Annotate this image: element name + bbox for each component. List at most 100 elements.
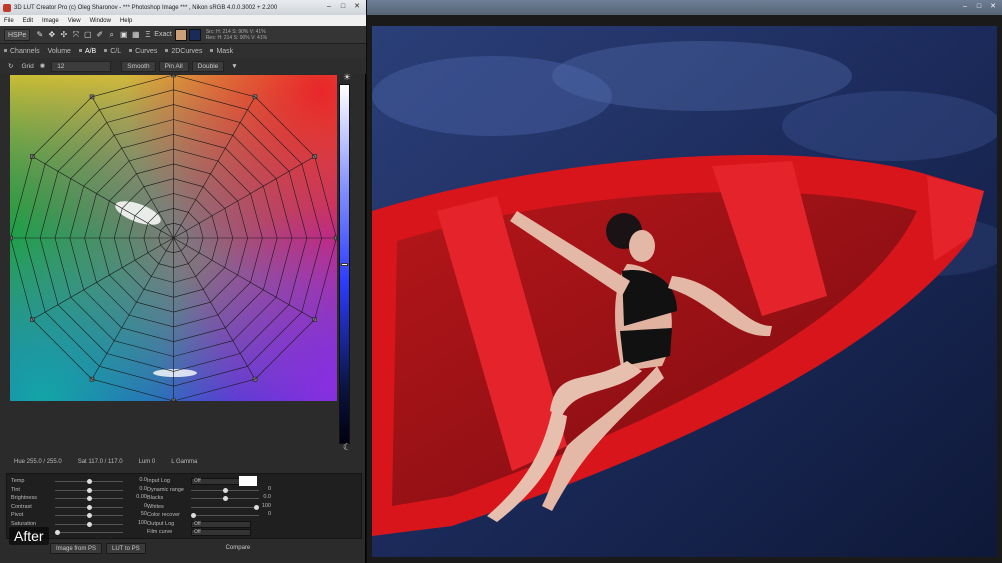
adjust-left-row: Pivot 50 [11,511,147,520]
minimize-icon[interactable]: – [322,2,336,12]
adjust-right-label: Input Log [147,478,170,485]
lut-to-ps-button[interactable]: LUT to PS [106,542,146,554]
compare-button[interactable]: Compare [226,545,251,551]
picker-icon[interactable]: ✐ [94,29,105,40]
viewer-minimize-icon[interactable]: – [958,2,972,12]
exact-label[interactable]: Exact [154,31,172,38]
white-color-swatch[interactable] [239,476,257,486]
adjust-left-value: 0.0 [139,477,147,483]
exact-icon[interactable]: Ξ [142,29,153,40]
adjust-right-row: Output Log Off [147,520,271,529]
adjust-right-slider-thumb[interactable] [223,487,228,493]
menu-image[interactable]: Image [42,18,59,24]
viewer-title-bar[interactable]: – □ ✕ [367,0,1002,15]
grid-icon[interactable]: ▦ [130,29,141,40]
adjust-left-slider-thumb[interactable] [87,496,92,501]
double-button[interactable]: Double [191,60,225,72]
move-icon[interactable]: ✥ [46,29,57,40]
adjust-left-value: 100 [137,519,147,526]
web-grid-icon[interactable]: ✺ [40,62,45,70]
toolbar: HSPe ✎ ✥ ✣ ⤧ ▢ ✐ ⌕ ▣ ▦ Ξ Exact Src: H: 2… [0,26,366,44]
frame-icon[interactable]: ▣ [118,29,129,40]
adjust-right-row: Film curve Off [147,528,271,537]
tab-2dcurves[interactable]: 2DCurves [165,48,202,55]
adjust-right-label: Color recover [147,512,181,519]
tab-volume[interactable]: Volume [48,48,71,55]
menu-view[interactable]: View [68,18,81,24]
app-title-bar[interactable]: 3D LUT Creator Pro (c) Oleg Sharonov - *… [0,0,366,15]
reset-icon[interactable]: ↻ [8,62,13,70]
adjust-right-dropdown[interactable]: Off [191,529,251,536]
image-from-ps-button[interactable]: Image from PS [50,542,103,554]
adjust-left-value: 0.0 [139,485,147,492]
adjust-right-value: 0 [267,511,271,517]
adjust-right-slider-thumb[interactable] [223,496,228,501]
mode-tabs: Channels Volume A/B C/L Curves 2DCurves … [0,44,366,58]
adjust-left-slider-thumb[interactable] [87,487,92,493]
adjust-right-slider-track[interactable] [191,506,259,508]
maximize-icon[interactable]: □ [336,2,350,12]
menu-help[interactable]: Help [120,18,132,24]
pin-all-button[interactable]: Pin All [158,60,189,72]
sun-icon[interactable]: ☀ [343,72,351,83]
adjust-left-value: 0.00 [136,494,147,500]
menu-window[interactable]: Window [90,18,111,24]
result-readout: Res: H: 214 S: 90% V: 41% [205,34,268,41]
select-icon[interactable]: ▢ [82,29,93,40]
close-icon[interactable]: ✕ [350,2,364,12]
adjust-right-slider-thumb[interactable] [254,504,260,510]
adjust-left-label: Brightness [11,495,37,502]
color-model-select[interactable]: HSPe [4,28,31,41]
adjustments-panel: Temp 0.0 Tint 0.0 Brightness 0.00 Contrast 0 Piv… [6,473,362,539]
dropdown-arrow-icon[interactable]: ▼ [231,63,237,70]
adjust-right-value: 0 [267,485,271,492]
tab-ab-label: A/B [84,47,97,55]
color-readout: Src: H: 214 S: 90% V: 41% Res: H: 214 S:… [206,29,267,41]
app-title: 3D LUT Creator Pro (c) Oleg Sharonov - *… [14,4,278,11]
grid-size-select[interactable]: 12 [51,60,112,72]
eyedropper-icon[interactable]: ✎ [34,29,45,40]
tab-curves[interactable]: Curves [129,48,157,55]
tab-cl[interactable]: C/L [104,48,121,55]
adjust-right-label: Film curve [147,529,173,536]
status-line: Hue 255.0 / 255.0 Sat 117.0 / 117.0 Lum … [0,455,366,469]
adjust-left-slider-thumb[interactable] [87,521,92,527]
adjust-left-slider-thumb[interactable] [55,530,60,535]
menu-file[interactable]: File [4,18,14,24]
viewer-maximize-icon[interactable]: □ [972,2,986,12]
adjust-right-dropdown[interactable]: Off [191,520,251,528]
tab-mask-label: Mask [216,47,234,55]
photo-preview[interactable] [372,26,997,557]
adjust-right-label: Whites [147,503,164,510]
adjust-right-slider-track[interactable] [191,515,259,516]
adjust-left-slider-track[interactable] [55,532,123,533]
adjust-right-value: 100 [261,502,271,509]
adjust-left-slider-thumb[interactable] [87,504,92,510]
viewer-close-icon[interactable]: ✕ [986,2,1000,12]
move-point-icon[interactable]: ✣ [58,29,69,40]
source-readout: Src: H: 214 S: 90% V: 41% [205,28,266,35]
zoom-icon[interactable]: ⌕ [106,29,117,40]
bottom-bar: Image from PS LUT to PS Compare [0,541,366,555]
tab-channels[interactable]: Channels [4,48,40,55]
adjust-left-slider-thumb[interactable] [87,513,92,518]
tab-ab[interactable]: A/B [78,47,97,55]
adjust-left-row: Temp 0.0 [11,477,147,486]
gamma-select[interactable]: L Gamma [171,459,197,465]
tab-volume-label: Volume [47,47,71,55]
tab-curves-label: Curves [135,47,158,55]
adjust-left-row: Brightness 0.00 [11,494,147,503]
moon-icon[interactable]: ☾ [343,442,351,453]
ab-color-grid[interactable] [10,75,337,401]
smooth-button[interactable]: Smooth [121,60,156,72]
menu-edit[interactable]: Edit [23,18,33,24]
expand-icon[interactable]: ⤧ [70,29,81,40]
adjust-left-slider-thumb[interactable] [87,479,92,484]
luminance-slider-thumb[interactable] [341,263,348,266]
adjust-right-row: Blacks 0.0 [147,494,271,503]
adjust-right-slider-thumb[interactable] [191,513,196,518]
luminance-slider[interactable] [339,84,350,444]
adjust-left-row: Tint 0.0 [11,486,147,495]
tab-cl-label: C/L [110,47,122,55]
tab-mask[interactable]: Mask [210,48,233,55]
